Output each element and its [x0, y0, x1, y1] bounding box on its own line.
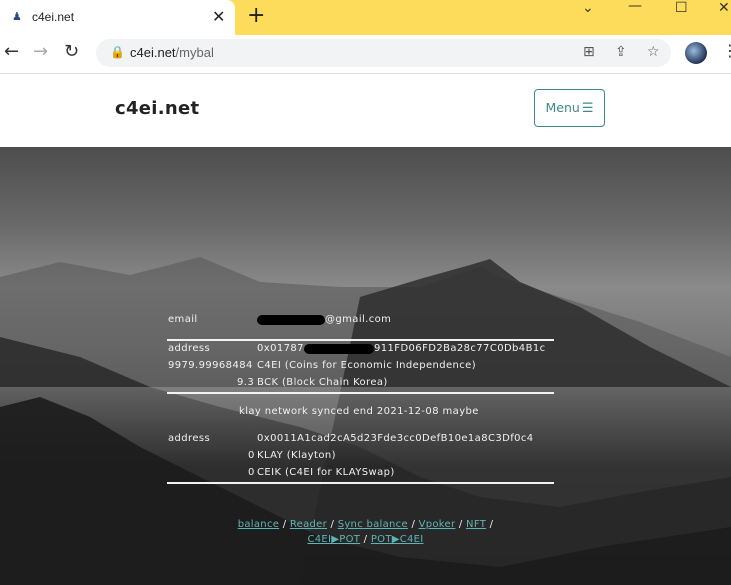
minimize-icon[interactable]: — — [628, 0, 642, 14]
menu-button[interactable]: Menu ☰ — [534, 89, 605, 127]
link-nft[interactable]: NFT — [466, 519, 486, 530]
separator: / — [330, 519, 335, 530]
redaction-bar — [304, 344, 374, 354]
forward-icon[interactable]: → — [33, 41, 48, 62]
balance-amount: 9.3 — [237, 377, 255, 388]
address-prefix: 0x01787 — [257, 343, 304, 354]
back-icon[interactable]: ← — [4, 41, 19, 62]
tab-search-icon[interactable]: ⌄ — [582, 0, 594, 16]
separator: / — [489, 519, 494, 530]
footer-links-row2: C4EI▶POT / POT▶C4EI — [0, 534, 731, 545]
email-value: @gmail.com — [325, 314, 392, 325]
translate-icon[interactable]: ⊞ — [583, 44, 595, 60]
bookmark-star-icon[interactable]: ☆ — [647, 44, 660, 60]
site-brand[interactable]: c4ei.net — [115, 98, 199, 119]
reload-icon[interactable]: ↻ — [64, 41, 79, 62]
share-icon[interactable]: ⇪ — [615, 44, 627, 60]
profile-avatar[interactable] — [685, 42, 707, 64]
klay-unit: KLAY (Klayton) — [257, 450, 336, 461]
divider — [167, 339, 554, 341]
klay-amount: 0 — [248, 450, 255, 461]
more-menu-icon[interactable]: ⋮ — [722, 41, 731, 60]
email-label: email — [168, 314, 198, 325]
ceik-amount: 0 — [248, 467, 255, 478]
link-sync-balance[interactable]: Sync balance — [338, 519, 408, 530]
browser-toolbar: ← → ↻ 🔒 c4ei.net/mybal ⊞ ⇪ ☆ ⋮ — [0, 35, 731, 74]
redaction-bar — [257, 315, 325, 325]
balance-unit: BCK (Block Chain Korea) — [257, 377, 388, 388]
balance-amount: 9979.99968484 — [168, 360, 253, 371]
tab-title: c4ei.net — [32, 10, 75, 24]
hamburger-icon: ☰ — [581, 101, 594, 116]
address-suffix: 911FD06FD2Ba28c77C0Db4B1c — [374, 343, 546, 354]
link-pot-to-c4ei[interactable]: POT▶C4EI — [371, 534, 424, 545]
divider — [167, 482, 554, 484]
separator: / — [411, 519, 416, 530]
link-c4ei-to-pot[interactable]: C4EI▶POT — [307, 534, 360, 545]
hero-section: email @gmail.com address 0x01787 911FD06… — [0, 147, 731, 585]
separator: / — [458, 519, 463, 530]
balance-unit: C4EI (Coins for Economic Independence) — [257, 360, 477, 371]
separator: / — [363, 534, 368, 545]
link-vpoker[interactable]: Vpoker — [419, 519, 456, 530]
footer-links-row1: balance / Reader / Sync balance / Vpoker… — [0, 519, 731, 530]
maximize-icon[interactable]: ☐ — [675, 0, 688, 16]
menu-label: Menu — [545, 100, 580, 115]
tab-strip: ♟ c4ei.net ✕ + ⌄ — ☐ ✕ — [0, 0, 731, 35]
browser-tab[interactable]: ♟ c4ei.net ✕ — [0, 0, 235, 35]
ceik-unit: CEIK (C4EI for KLAYSwap) — [257, 467, 395, 478]
divider — [167, 392, 554, 394]
favicon-icon: ♟ — [12, 10, 22, 23]
lock-icon[interactable]: 🔒 — [110, 45, 125, 59]
close-window-icon[interactable]: ✕ — [718, 0, 730, 16]
close-tab-icon[interactable]: ✕ — [212, 7, 225, 26]
address-label: address — [168, 343, 211, 354]
klay-address-label: address — [168, 433, 211, 444]
link-reader[interactable]: Reader — [290, 519, 327, 530]
address-bar[interactable]: 🔒 c4ei.net/mybal ⊞ ⇪ ☆ — [96, 39, 671, 67]
separator: / — [282, 519, 287, 530]
klay-address-value: 0x0011A1cad2cA5d23Fde3cc0DefB10e1a8C3Df0… — [257, 433, 534, 444]
link-balance[interactable]: balance — [238, 519, 279, 530]
url-text[interactable]: c4ei.net/mybal — [130, 45, 214, 60]
new-tab-button[interactable]: + — [247, 3, 265, 28]
sync-note: klay network synced end 2021-12-08 maybe — [239, 406, 479, 417]
site-header: c4ei.net Menu ☰ — [0, 74, 731, 147]
